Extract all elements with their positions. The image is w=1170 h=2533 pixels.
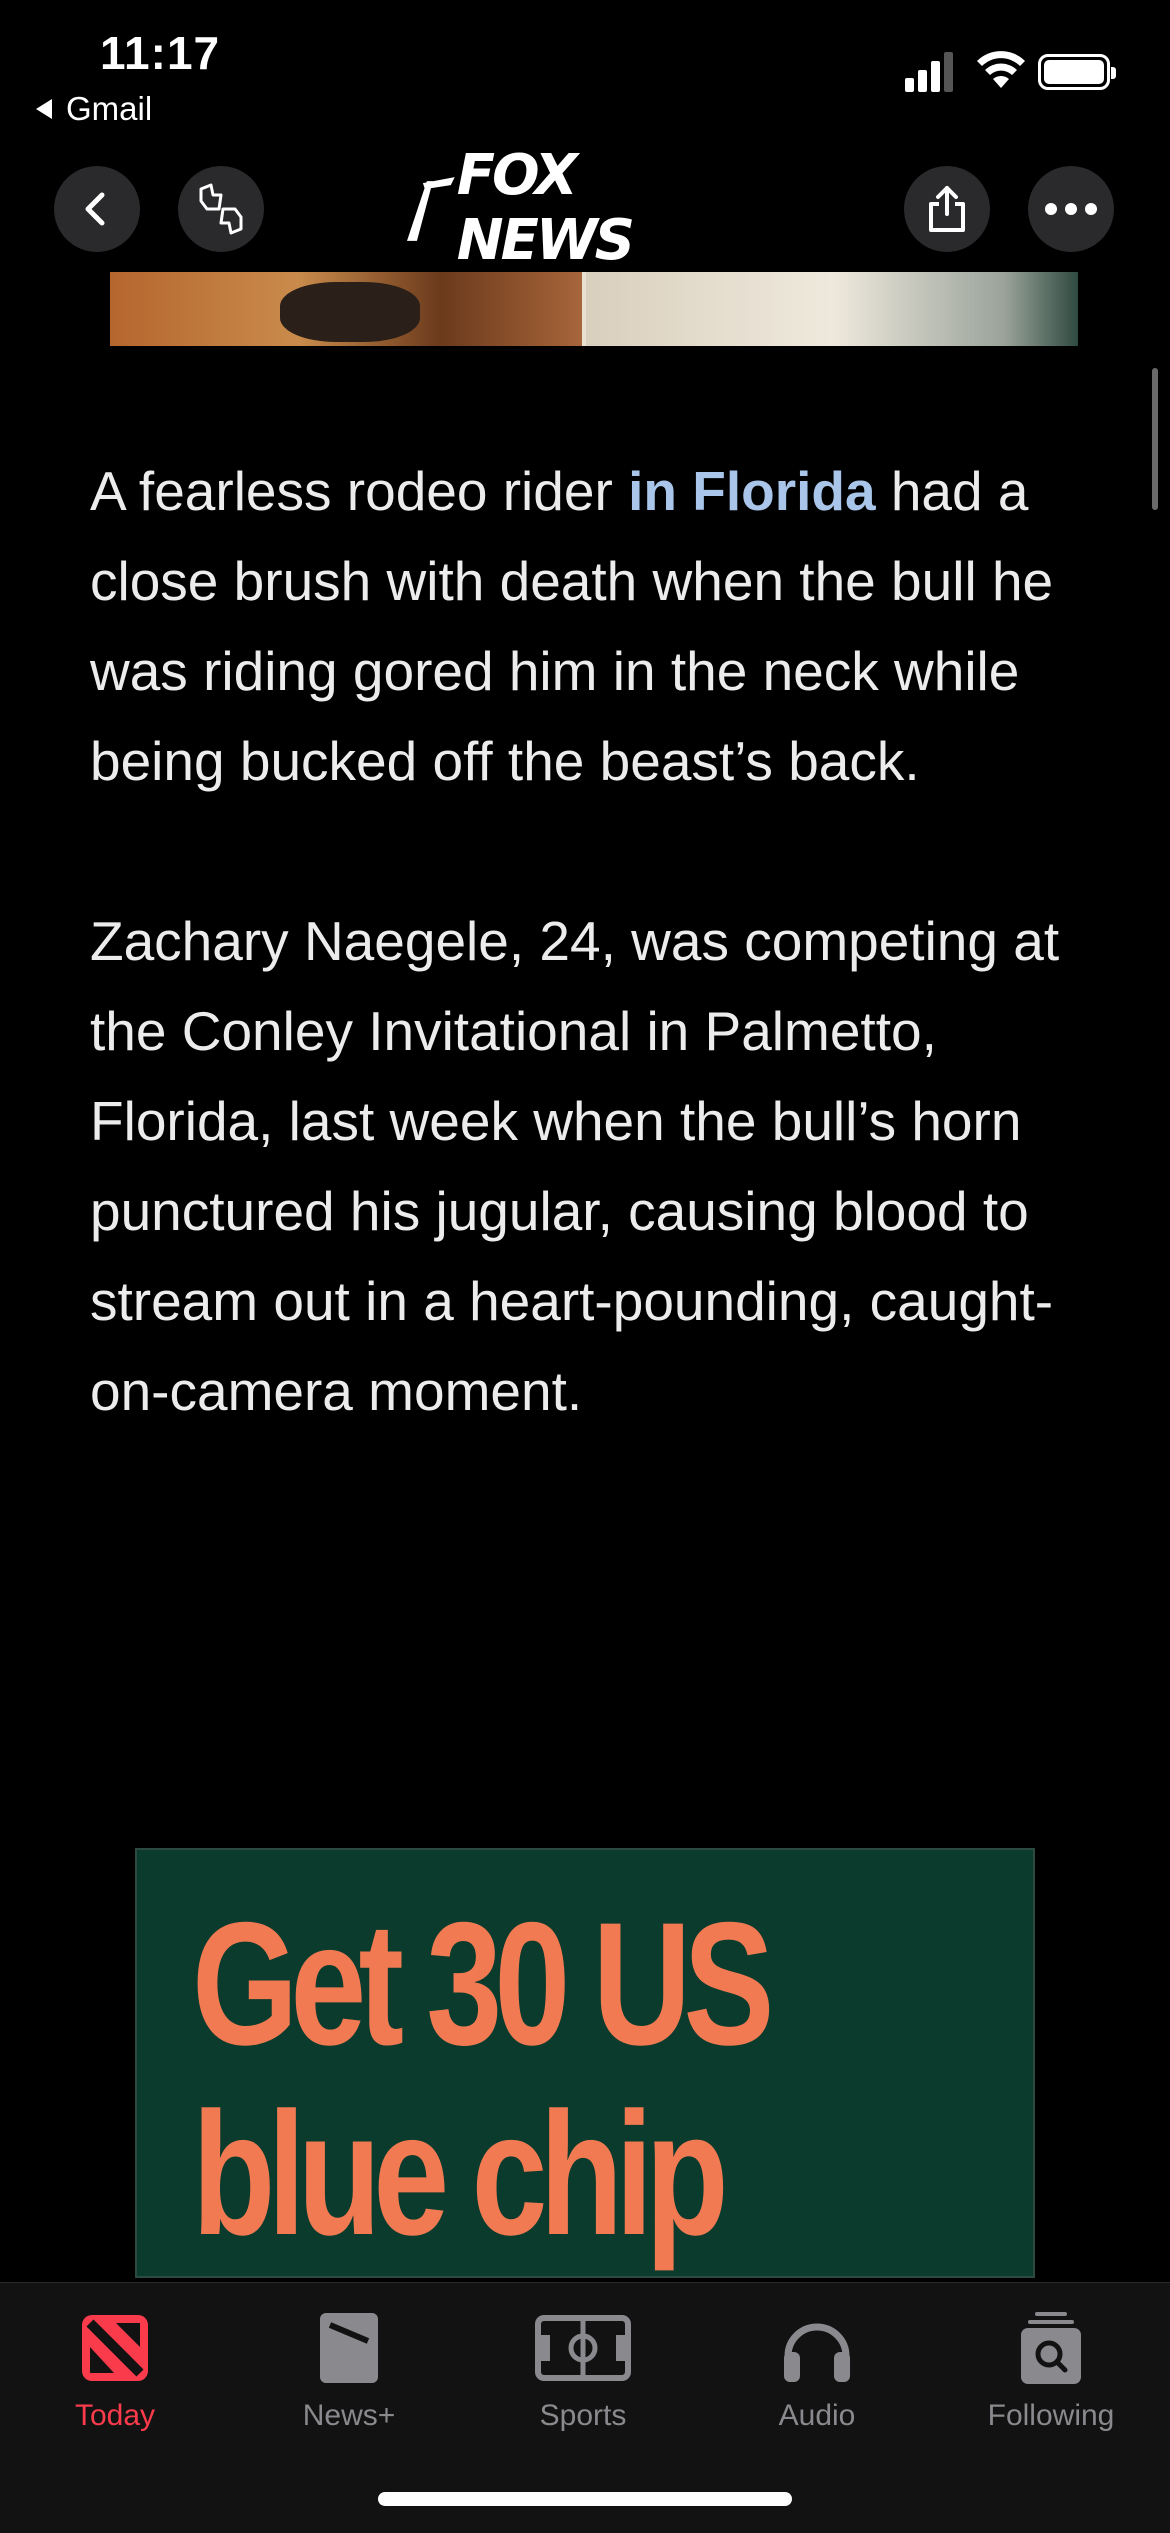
article-image-right (586, 272, 1078, 346)
article-paragraph: Zachary Naegele, 24, was competing at th… (90, 910, 1060, 1422)
news-icon (82, 2315, 148, 2381)
news-plus-icon (320, 2313, 378, 2383)
article-body: A fearless rodeo rider in Florida had a … (90, 446, 1090, 1436)
home-indicator[interactable] (378, 2492, 792, 2506)
article-image-left (110, 272, 582, 346)
headphones-icon (784, 2323, 850, 2382)
back-app-label: Gmail (66, 90, 153, 127)
advertisement-banner[interactable]: Get 30 US blue chip (135, 1848, 1035, 2278)
back-button[interactable] (54, 166, 140, 252)
tab-following[interactable]: Following (956, 2303, 1146, 2433)
ad-headline: Get 30 US blue chip (192, 1887, 774, 2272)
tab-today[interactable]: Today (20, 2303, 210, 2433)
tab-news-plus[interactable]: News+ (254, 2303, 444, 2433)
fox-news-torch-icon (406, 177, 455, 241)
publisher-logo: FOX NEWS (405, 143, 765, 273)
status-bar: 11:17 Gmail (0, 0, 1170, 150)
cellular-signal-icon (905, 52, 953, 92)
battery-icon (1038, 54, 1116, 90)
share-button[interactable] (904, 166, 990, 252)
back-to-app-link[interactable]: Gmail (36, 90, 152, 128)
florida-link[interactable]: in Florida (628, 460, 876, 522)
tab-sports[interactable]: Sports (488, 2303, 678, 2433)
publisher-logo-text: FOX NEWS (456, 143, 635, 273)
ellipsis-icon (1045, 203, 1097, 215)
scroll-indicator (1152, 368, 1158, 510)
following-search-icon (1021, 2312, 1081, 2384)
back-triangle-icon (36, 99, 52, 119)
chevron-left-icon (85, 192, 105, 226)
sports-field-icon (535, 2315, 631, 2381)
status-time: 11:17 (100, 27, 221, 79)
thumbs-up-down-icon (199, 183, 243, 235)
wifi-icon (977, 51, 1025, 88)
tab-audio[interactable]: Audio (722, 2303, 912, 2433)
suggest-more-less-button[interactable] (178, 166, 264, 252)
article-paragraph: A fearless rodeo rider in Florida had a … (90, 460, 1054, 792)
article-nav-bar: FOX NEWS (0, 143, 1170, 273)
article-image (110, 272, 1078, 346)
share-icon (929, 186, 965, 232)
more-options-button[interactable] (1028, 166, 1114, 252)
